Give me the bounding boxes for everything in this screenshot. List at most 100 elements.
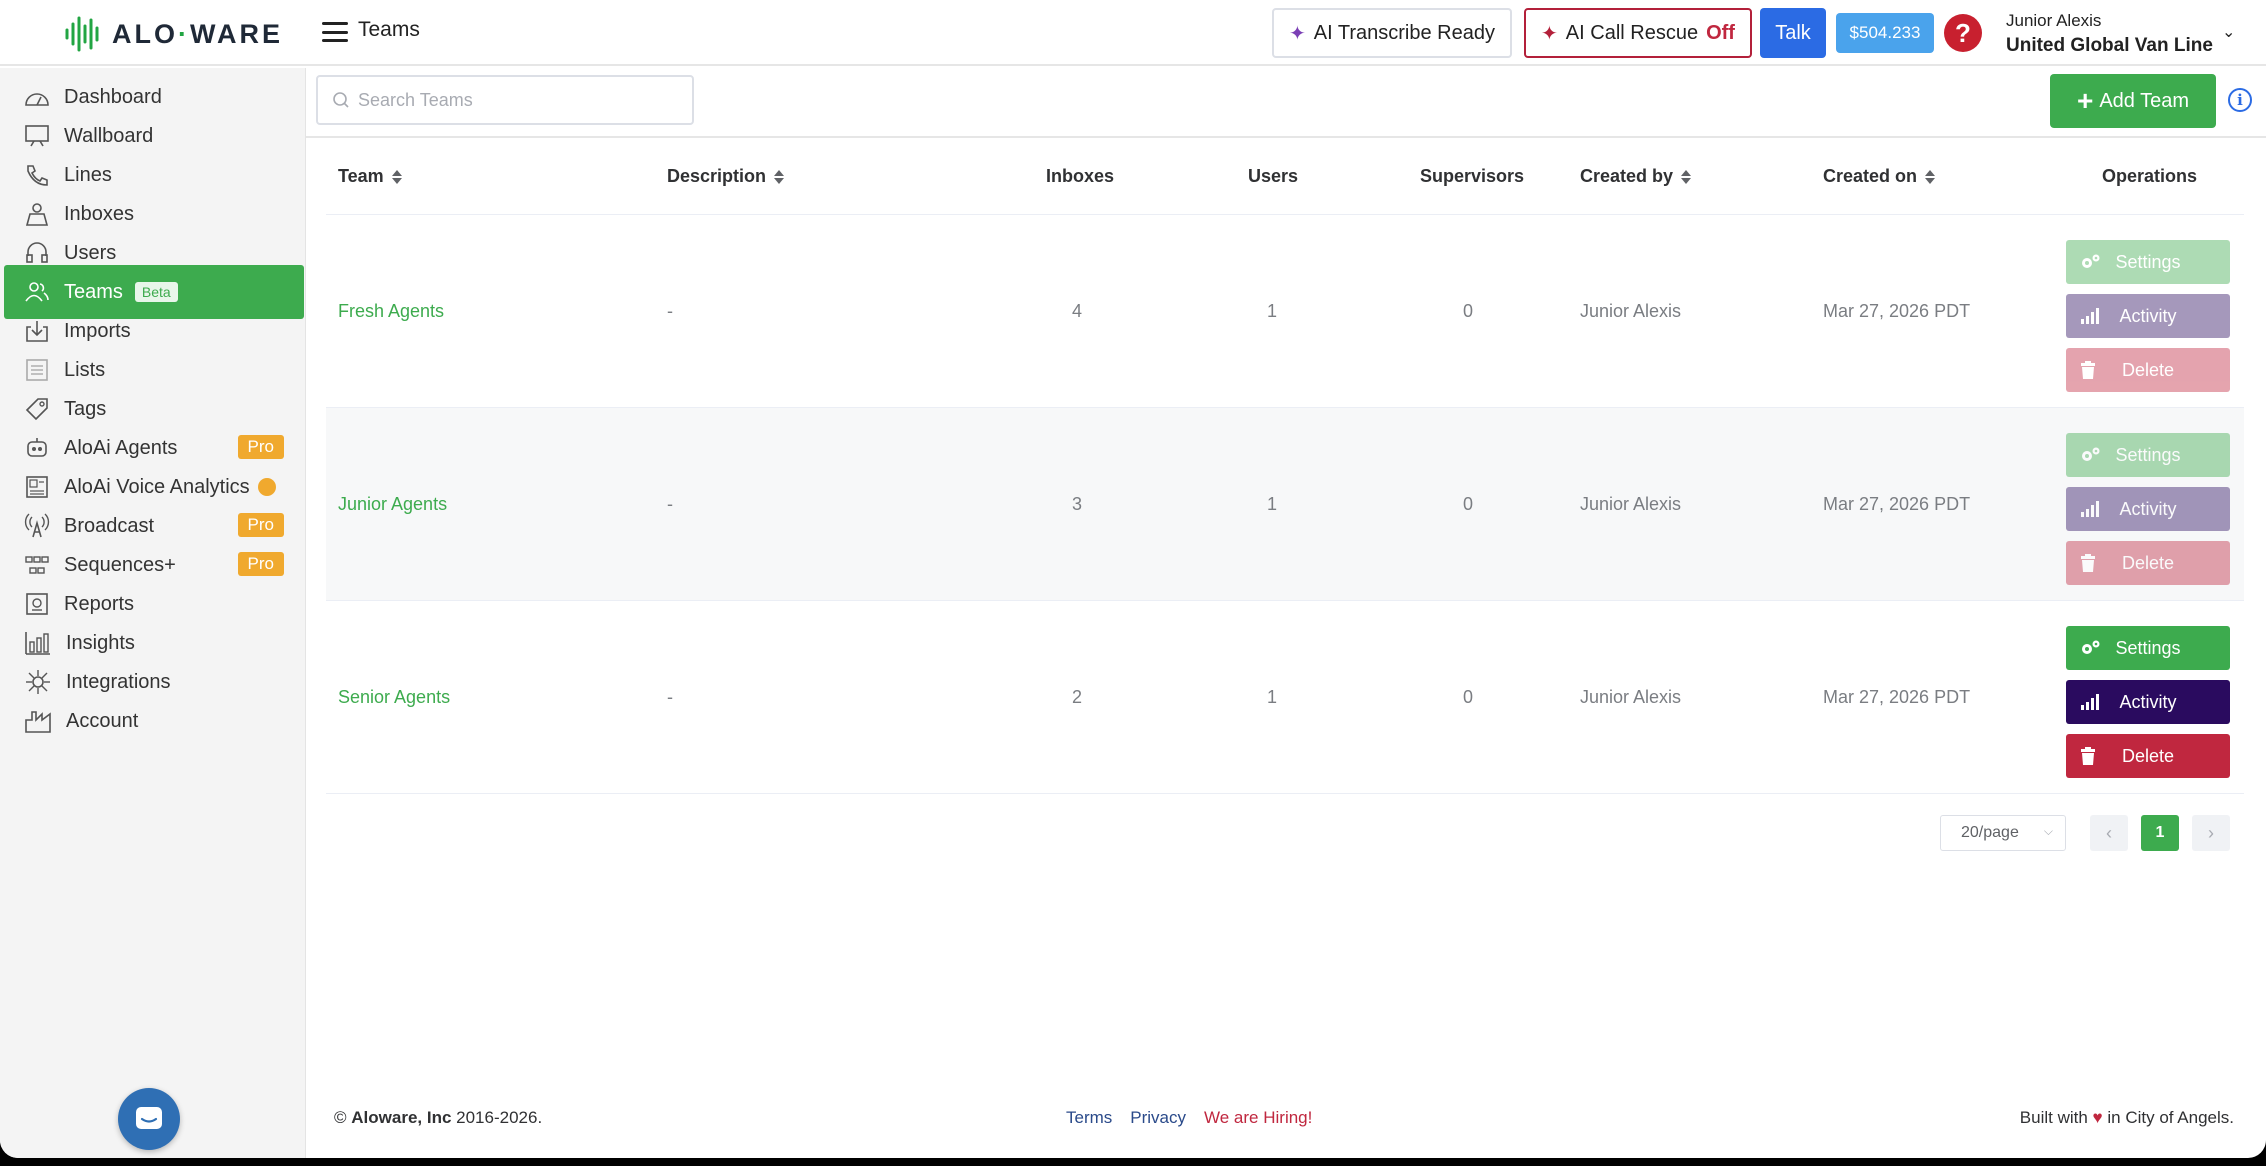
wallboard-icon [25,125,49,147]
team-created-by: Junior Alexis [1580,686,1682,707]
column-header-team[interactable]: Team [338,166,402,187]
sort-icon[interactable] [1925,169,1936,184]
team-created-on: Mar 27, 2026 PDT [1823,493,1971,514]
column-header-created-on[interactable]: Created on [1823,166,1936,187]
team-users: 1 [1267,686,1278,707]
phone-icon [27,165,48,186]
aloware-logo[interactable]: ALO·WARE [64,14,283,54]
team-created-on: Mar 27, 2026 PDT [1823,686,1971,707]
column-header-inboxes: Inboxes [1046,166,1115,186]
search-icon [333,92,349,108]
hamburger-menu-icon[interactable] [322,20,348,44]
ai-call-rescue-label: AI Call Rescue [1565,21,1699,44]
ai-call-rescue-button[interactable]: ✦ AI Call Rescue Off [1524,8,1752,58]
delete-button[interactable]: Delete [2066,541,2230,585]
table-row: Junior Agents - 3 1 0 Junior Alexis Mar … [326,408,2244,601]
insights-icon [25,632,50,655]
chevron-down-icon: ⌵ [2043,824,2053,838]
sequences-icon [25,556,49,574]
page-size-select[interactable]: 20/page ⌵ [1940,815,2066,851]
team-icon [25,282,49,302]
toolbar-divider [306,136,2266,138]
ai-transcribe-button[interactable]: ✦ AI Transcribe Ready [1272,8,1512,58]
sidebar-item-account[interactable]: Account [4,694,304,748]
page-number-button[interactable]: 1 [2141,815,2179,851]
broadcast-icon [24,513,50,538]
built-with-love: Built with ♥ in City of Angels. [2019,1108,2234,1127]
reports-icon [26,593,48,615]
sidebar: Dashboard Wallboard Lines Inboxes Users … [0,68,306,1158]
pro-badge: Pro [237,435,284,459]
sort-icon[interactable] [391,169,402,184]
team-users: 1 [1267,300,1278,321]
privacy-link[interactable]: Privacy [1130,1108,1186,1128]
user-menu[interactable]: Junior Alexis United Global Van Line [2006,10,2213,57]
team-name-link[interactable]: Fresh Agents [338,215,444,407]
plus-icon: + [2076,85,2094,116]
settings-button[interactable]: Settings [2066,433,2230,477]
search-teams-field[interactable] [316,75,694,125]
settings-button[interactable]: Settings [2066,626,2230,670]
settings-button[interactable]: Settings [2066,240,2230,284]
chat-widget-button[interactable] [118,1088,180,1150]
copyright: © Aloware, Inc 2016-2026. [334,1108,543,1127]
sparkle-icon: ✦ [1289,22,1306,45]
column-header-supervisors: Supervisors [1420,166,1525,186]
teams-table: Team Description Inboxes Users Superviso… [326,140,2244,794]
sparkle-icon: ✦ [1541,22,1558,45]
analytics-icon [26,476,48,498]
delete-button[interactable]: Delete [2066,734,2230,778]
terms-link[interactable]: Terms [1066,1108,1112,1128]
table-row: Fresh Agents - 4 1 0 Junior Alexis Mar 2… [326,215,2244,408]
team-inboxes: 3 [1072,493,1083,514]
activity-button[interactable]: Activity [2066,487,2230,531]
ai-transcribe-label: AI Transcribe Ready [1313,21,1495,44]
chevron-down-icon[interactable]: ⌄ [2222,22,2235,42]
team-created-by: Junior Alexis [1580,493,1682,514]
column-header-operations: Operations [2102,166,2198,186]
footer-links: Terms Privacy We are Hiring! [1066,1108,1312,1128]
user-name: Junior Alexis [2006,11,2102,30]
dashboard-icon [25,93,49,106]
add-team-button[interactable]: + Add Team [2050,74,2216,128]
talk-button[interactable]: Talk [1760,8,1826,58]
robot-icon [27,438,47,457]
ai-call-rescue-state: Off [1706,21,1735,44]
app-window: ALO·WARE Teams ✦ AI Transcribe Ready ✦ A… [0,0,2266,1158]
headset-icon [26,242,48,263]
team-created-by: Junior Alexis [1580,300,1682,321]
delete-button[interactable]: Delete [2066,348,2230,392]
page-title: Teams [358,18,420,41]
help-icon[interactable]: ? [1944,14,1982,52]
hiring-link[interactable]: We are Hiring! [1204,1108,1312,1128]
activity-button[interactable]: Activity [2066,294,2230,338]
sort-icon[interactable] [1681,169,1692,184]
team-supervisors: 0 [1463,686,1474,707]
logo-text: ALO·WARE [112,18,283,49]
row-operations: Settings Activity Delete [2066,240,2230,402]
next-page-button[interactable]: › [2192,815,2230,851]
import-icon [26,321,48,342]
activity-button[interactable]: Activity [2066,680,2230,724]
search-teams-input[interactable] [358,89,678,111]
notification-dot [257,478,276,496]
add-team-label: Add Team [2099,89,2190,112]
team-created-on: Mar 27, 2026 PDT [1823,300,1971,321]
team-supervisors: 0 [1463,493,1474,514]
account-icon [25,711,51,733]
balance-badge[interactable]: $504.233 [1836,13,1934,53]
sort-icon[interactable] [774,169,785,184]
row-operations: Settings Activity Delete [2066,626,2230,788]
team-description: - [667,686,673,707]
column-header-description[interactable]: Description [667,166,785,187]
info-icon[interactable]: i [2228,88,2252,112]
prev-page-button[interactable]: ‹ [2090,815,2128,851]
list-icon [26,359,48,381]
column-header-created-by[interactable]: Created by [1580,166,1692,187]
integrations-icon [26,670,50,694]
team-name-link[interactable]: Junior Agents [338,408,447,600]
top-header: ALO·WARE Teams ✦ AI Transcribe Ready ✦ A… [0,0,2266,66]
team-name-link[interactable]: Senior Agents [338,601,450,793]
team-description: - [667,300,673,321]
table-header: Team Description Inboxes Users Superviso… [326,140,2244,215]
